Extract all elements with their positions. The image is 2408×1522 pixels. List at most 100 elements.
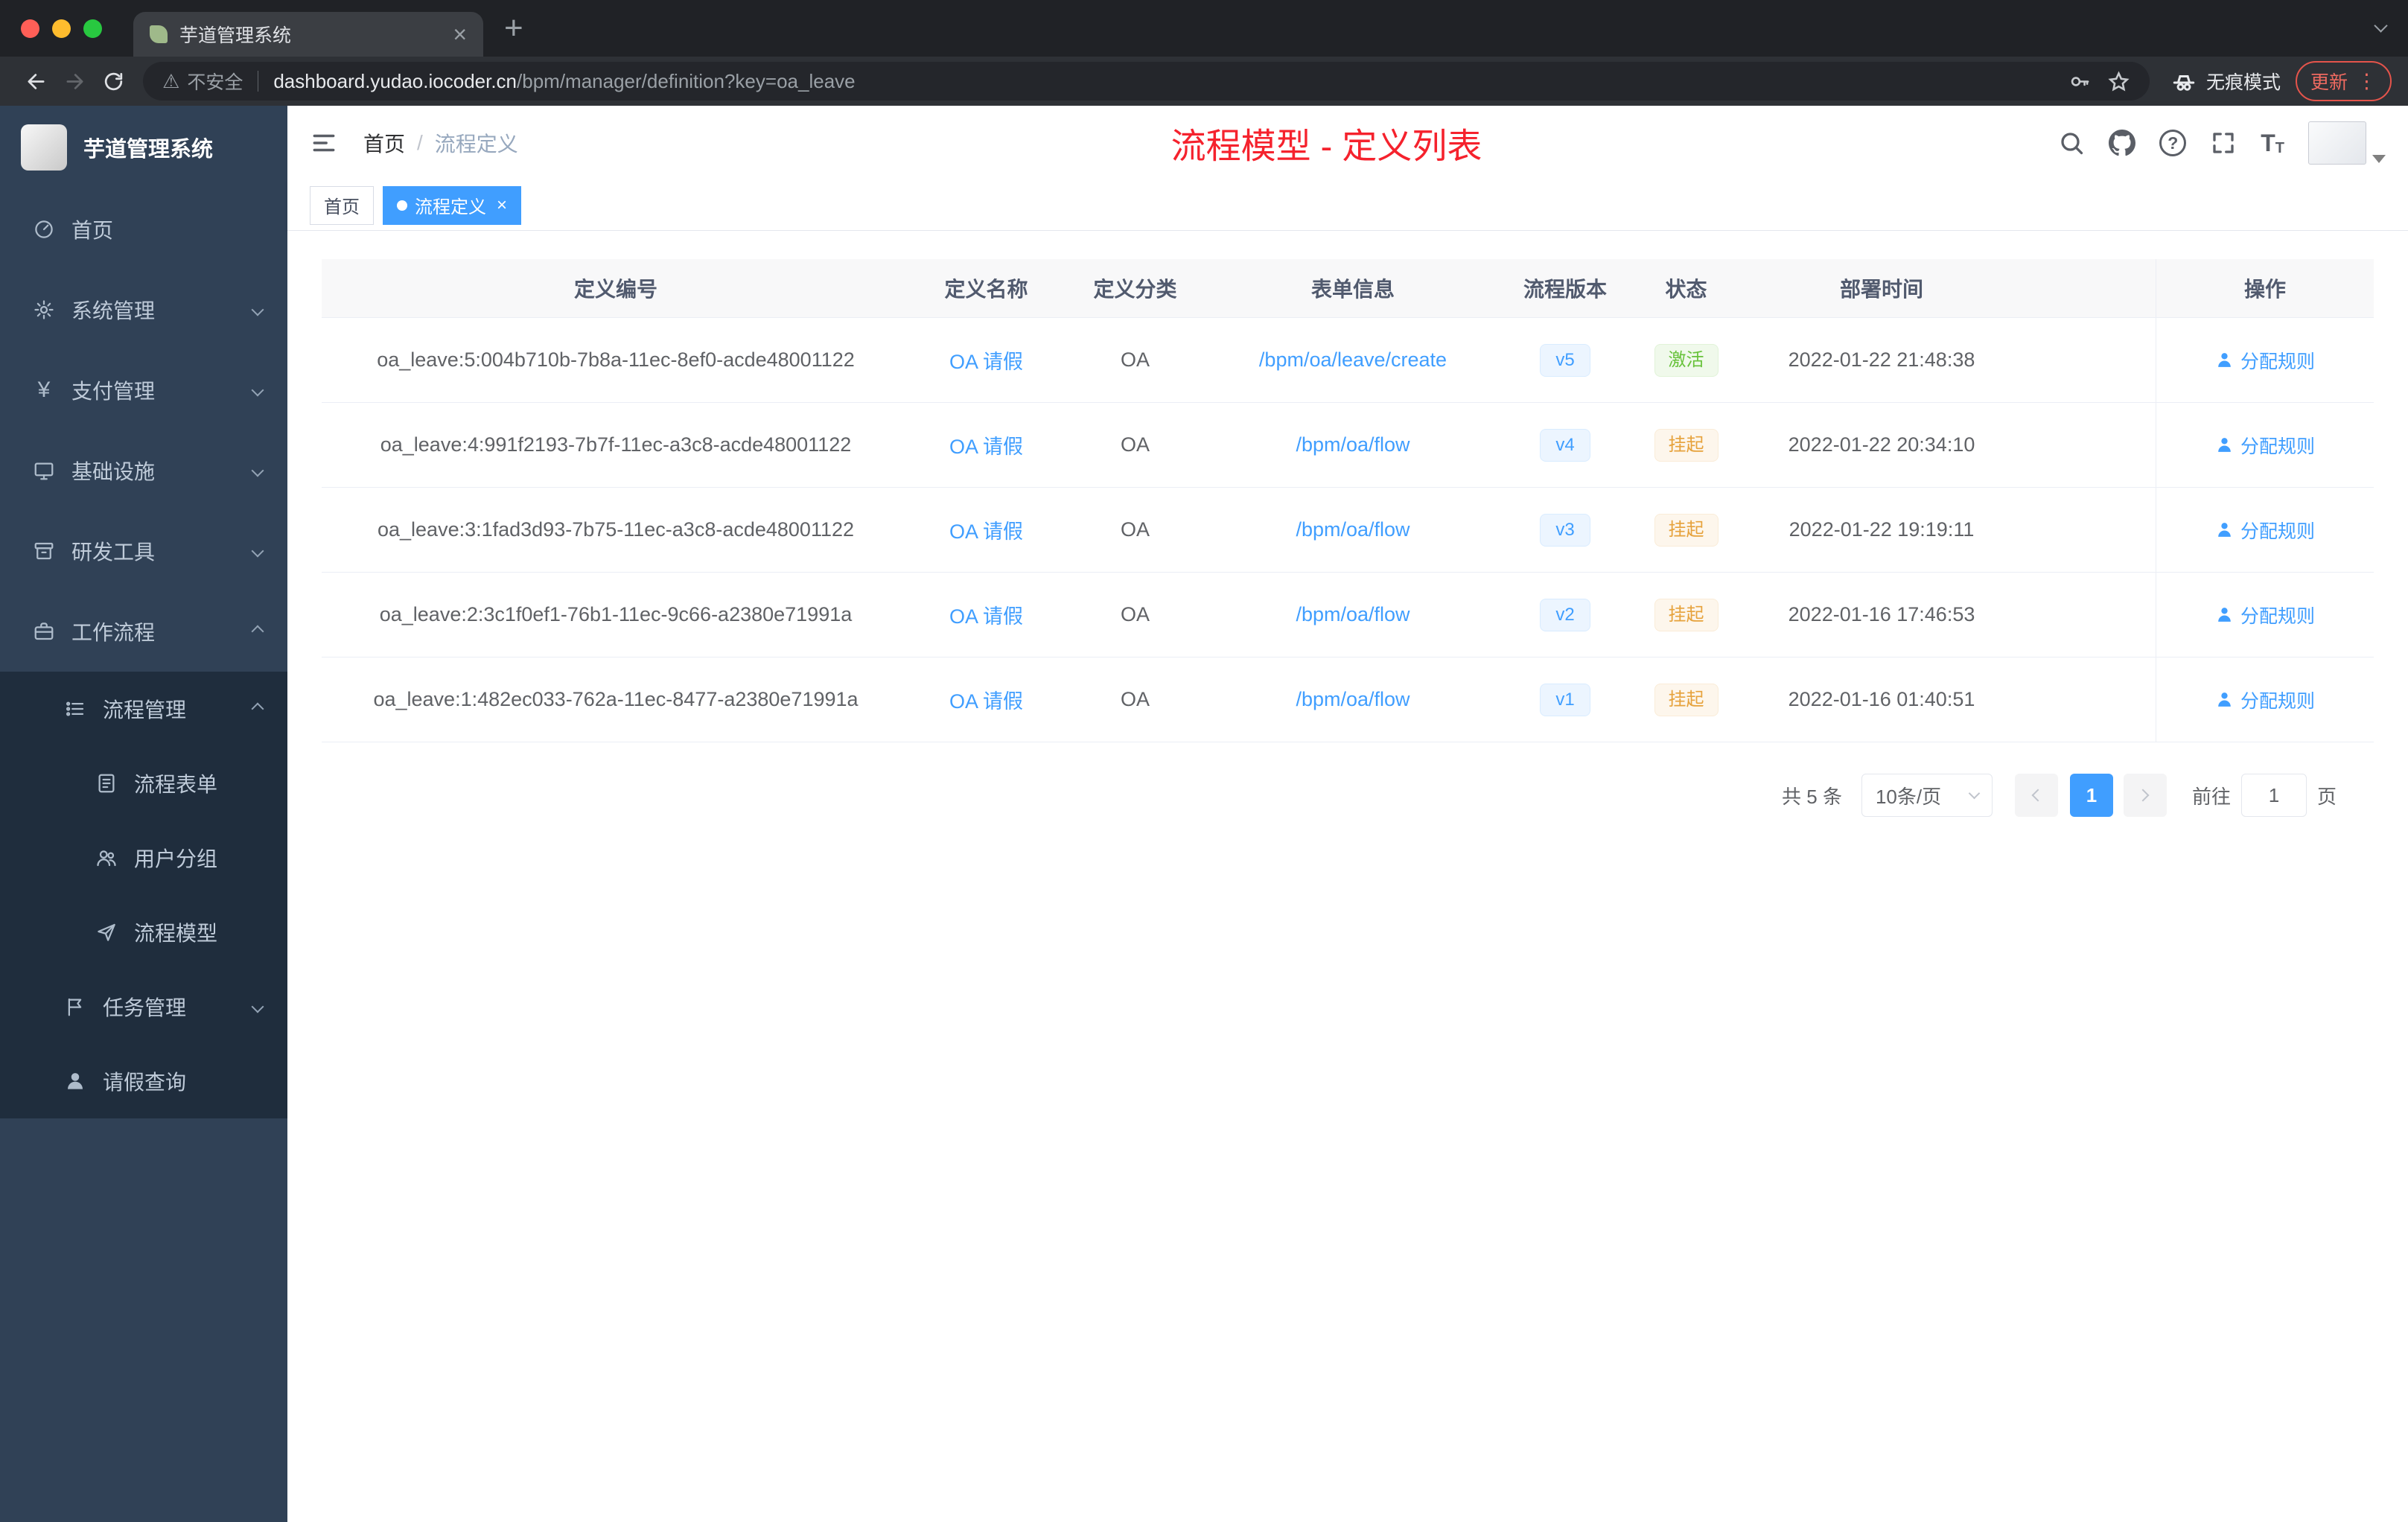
password-key-button[interactable]: [2068, 70, 2091, 93]
prev-page-button[interactable]: [2014, 774, 2058, 817]
table-row: oa_leave:2:3c1f0ef1-76b1-11ec-9c66-a2380…: [322, 573, 2374, 657]
help-button[interactable]: ?: [2159, 130, 2187, 156]
sidebar-item-process-form[interactable]: 流程表单: [0, 746, 287, 821]
definition-category: OA: [1120, 688, 1150, 710]
sidebar-item-task-mgmt[interactable]: 任务管理: [0, 969, 287, 1044]
user-icon: [2218, 692, 2231, 707]
assign-rule-link[interactable]: 分配规则: [2215, 517, 2315, 544]
sidebar-item-leave-query[interactable]: 请假查询: [0, 1044, 287, 1118]
tag-home[interactable]: 首页: [310, 185, 374, 225]
security-status[interactable]: ⚠ 不安全: [162, 68, 243, 95]
navbar-right-tools: ? TT: [2058, 121, 2386, 165]
breadcrumb-home[interactable]: 首页: [363, 128, 405, 158]
definition-category: OA: [1120, 518, 1150, 541]
form-link[interactable]: /bpm/oa/flow: [1296, 518, 1410, 541]
menu-dots-icon[interactable]: ⋮: [2357, 71, 2377, 92]
col-form-info: 表单信息: [1310, 278, 1395, 301]
version-badge: v2: [1540, 598, 1590, 631]
page-unit-label: 页: [2316, 785, 2337, 808]
user-menu[interactable]: [2308, 121, 2386, 165]
monitor-icon: [34, 462, 54, 480]
assign-rule-link[interactable]: 分配规则: [2215, 432, 2315, 459]
definition-category: OA: [1120, 603, 1150, 625]
breadcrumb-current: 流程定义: [434, 133, 518, 156]
logo-avatar: [21, 124, 67, 171]
deploy-time: 2022-01-16 17:46:53: [1788, 603, 1975, 625]
version-badge: v1: [1540, 683, 1590, 716]
chevron-up-icon: [251, 625, 264, 638]
tab-close-icon[interactable]: ×: [453, 22, 467, 46]
page-size-select[interactable]: 10条/页: [1861, 774, 1993, 817]
assign-rule-link[interactable]: 分配规则: [2215, 687, 2315, 713]
goto-page-input[interactable]: [2240, 774, 2307, 817]
sidebar-item-process-mgmt[interactable]: 流程管理: [0, 672, 287, 746]
deploy-time: 2022-01-16 01:40:51: [1788, 688, 1975, 710]
next-page-button[interactable]: [2123, 774, 2167, 817]
fullscreen-button[interactable]: [2210, 130, 2237, 156]
user-icon: [2218, 523, 2231, 537]
status-badge: 挂起: [1654, 513, 1719, 547]
new-tab-button[interactable]: +: [504, 12, 523, 45]
sidebar-logo[interactable]: 芋道管理系统: [0, 106, 287, 189]
user-icon: [68, 1073, 83, 1089]
list-icon: [66, 701, 84, 716]
form-link[interactable]: /bpm/oa/flow: [1296, 688, 1410, 711]
tag-close-icon[interactable]: ×: [497, 196, 507, 214]
bookmark-star-button[interactable]: [2107, 70, 2130, 93]
search-button[interactable]: [2058, 130, 2085, 156]
tag-process-definition[interactable]: 流程定义 ×: [383, 185, 522, 225]
table-row: oa_leave:4:991f2193-7b7f-11ec-a3c8-acde4…: [322, 403, 2374, 488]
page-title: 流程模型 - 定义列表: [1170, 126, 1482, 166]
assign-rule-link[interactable]: 分配规则: [2215, 602, 2315, 628]
col-definition-name: 定义名称: [944, 278, 1028, 301]
col-definition-id: 定义编号: [573, 278, 657, 301]
browser-tab[interactable]: 芋道管理系统 ×: [133, 12, 483, 57]
forward-button[interactable]: [55, 62, 94, 101]
tab-search-chevron-icon[interactable]: [2374, 19, 2388, 34]
window-close-button[interactable]: [21, 19, 39, 38]
incognito-badge: 无痕模式: [2170, 68, 2281, 95]
sidebar-item-system-mgmt[interactable]: 系统管理: [0, 270, 287, 350]
deploy-time: 2022-01-22 19:19:11: [1789, 518, 1975, 541]
window-minimize-button[interactable]: [52, 19, 71, 38]
window-zoom-button[interactable]: [83, 19, 102, 38]
sidebar-item-payment-mgmt[interactable]: ¥ 支付管理: [0, 350, 287, 430]
browser-update-button[interactable]: 更新 ⋮: [2295, 61, 2392, 101]
address-bar[interactable]: ⚠ 不安全 dashboard.yudao.iocoder.cn /bpm/ma…: [143, 62, 2150, 101]
sidebar-item-infrastructure[interactable]: 基础设施: [0, 430, 287, 511]
definition-name-link[interactable]: OA 请假: [949, 430, 1023, 459]
chevron-up-icon: [251, 702, 264, 716]
sidebar-item-dev-tools[interactable]: 研发工具: [0, 511, 287, 591]
definition-id: oa_leave:2:3c1f0ef1-76b1-11ec-9c66-a2380…: [379, 603, 853, 625]
definition-name-link[interactable]: OA 请假: [949, 515, 1023, 544]
table-header-row: 定义编号 定义名称 定义分类 表单信息 流程版本 状态 部署时间 操作: [322, 259, 2374, 318]
definition-name-link[interactable]: OA 请假: [949, 685, 1023, 714]
user-icon: [2218, 438, 2231, 452]
reload-icon: [104, 72, 122, 90]
form-link[interactable]: /bpm/oa/flow: [1296, 433, 1410, 456]
main-panel: 首页 / 流程定义 流程模型 - 定义列表 ? TT 首页 流程定义 × 定义编…: [287, 106, 2408, 1522]
sidebar-item-workflow[interactable]: 工作流程: [0, 591, 287, 672]
chevron-down-icon: [1968, 787, 1981, 800]
definition-name-link[interactable]: OA 请假: [949, 346, 1023, 375]
reload-button[interactable]: [94, 62, 133, 101]
avatar: [2308, 121, 2366, 165]
assign-rule-link[interactable]: 分配规则: [2215, 347, 2315, 374]
back-button[interactable]: [16, 62, 55, 101]
sidebar-collapse-button[interactable]: [310, 129, 338, 157]
deploy-time: 2022-01-22 20:34:10: [1788, 433, 1975, 456]
sidebar-item-process-model[interactable]: 流程模型: [0, 895, 287, 969]
form-link[interactable]: /bpm/oa/leave/create: [1259, 348, 1447, 372]
definition-name-link[interactable]: OA 请假: [949, 600, 1023, 629]
form-icon: [98, 774, 115, 793]
sidebar-item-home[interactable]: 首页: [0, 189, 287, 270]
briefcase-icon: [34, 623, 54, 640]
sidebar-item-user-group[interactable]: 用户分组: [0, 821, 287, 895]
table-row: oa_leave:3:1fad3d93-7b75-11ec-a3c8-acde4…: [322, 488, 2374, 573]
current-page-button[interactable]: 1: [2069, 774, 2113, 817]
users-icon: [97, 850, 116, 867]
github-button[interactable]: [2109, 130, 2136, 156]
font-size-button[interactable]: TT: [2261, 130, 2284, 157]
form-link[interactable]: /bpm/oa/flow: [1296, 603, 1410, 626]
chevron-down-icon: [251, 544, 264, 558]
